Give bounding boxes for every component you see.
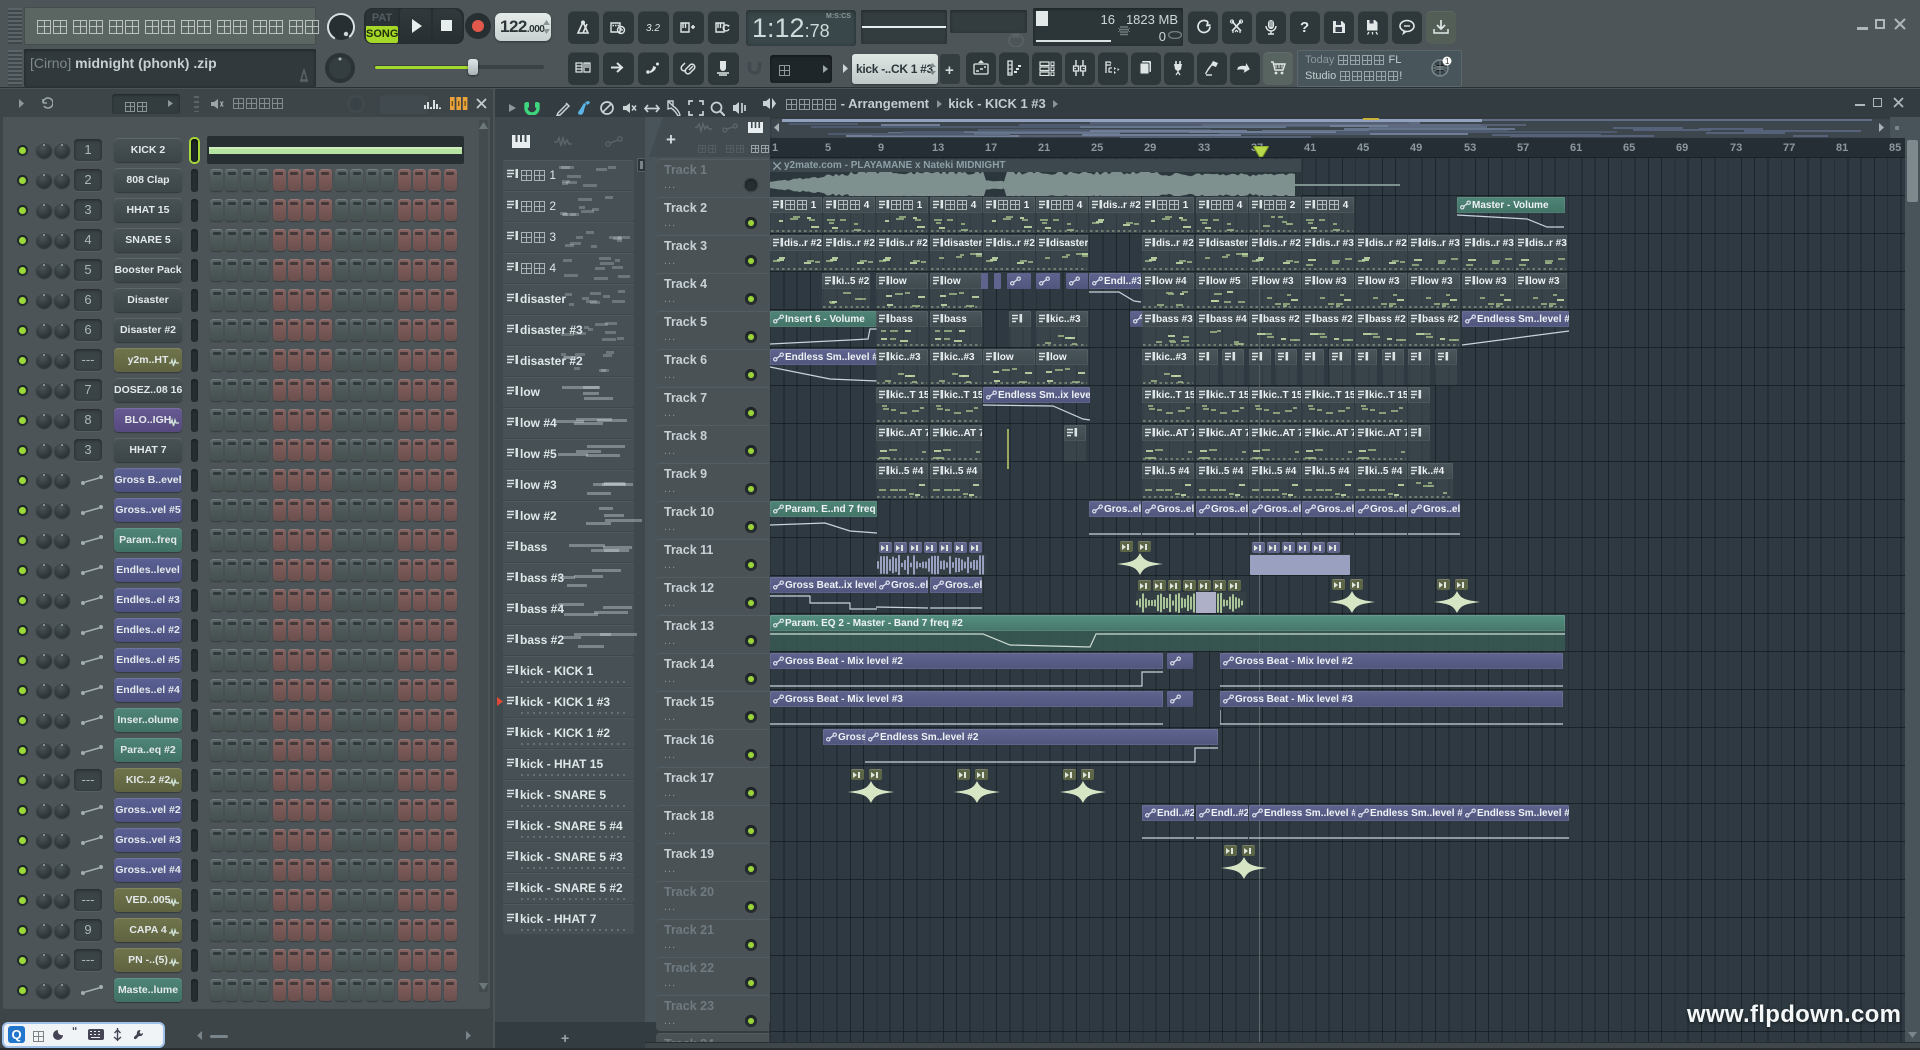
svg-text:3.2: 3.2 bbox=[646, 23, 660, 34]
svg-text:1: 1 bbox=[1445, 57, 1450, 66]
svg-text:?: ? bbox=[1300, 19, 1309, 35]
